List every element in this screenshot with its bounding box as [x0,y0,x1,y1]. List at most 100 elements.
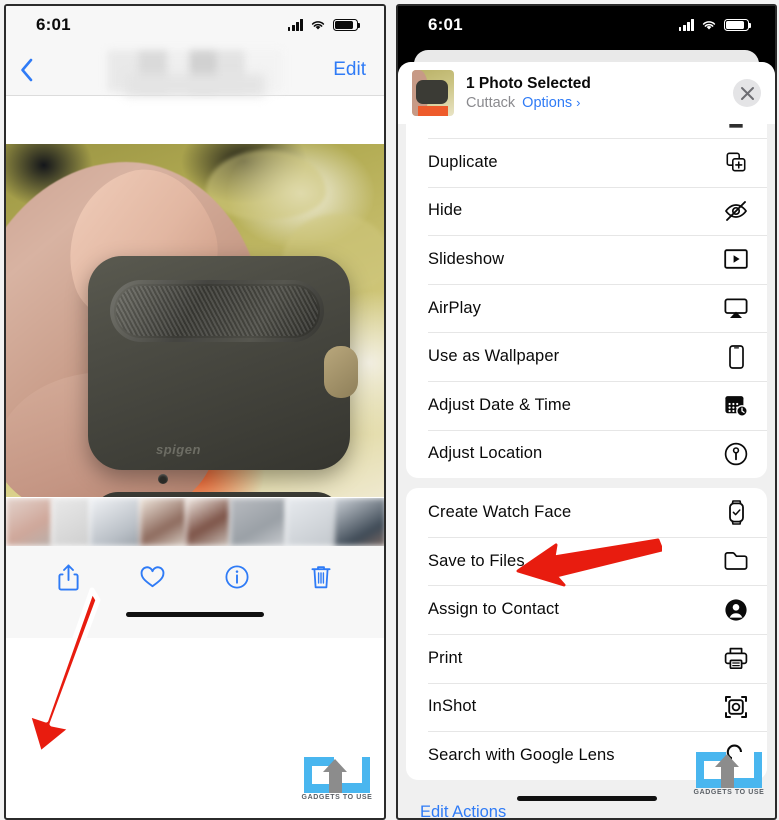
battery-icon [333,19,361,31]
back-chevron-icon[interactable] [20,58,34,82]
printer-icon [723,645,749,671]
eye-slash-icon [723,198,749,224]
photo-toolbar [6,546,384,608]
filmstrip-thumb[interactable] [230,498,286,546]
menu-item-label: Duplicate [428,152,498,171]
thumbnail-case-shape [416,80,448,104]
filmstrip-thumb[interactable] [140,498,186,546]
close-icon [740,86,754,100]
menu-item-create-watch-face[interactable]: Create Watch Face [406,488,767,537]
share-sheet-header-text: 1 Photo Selected Cuttack Options › [466,74,721,112]
menu-item-slideshow[interactable]: Slideshow [406,235,767,284]
left-status-bar: 6:01 [6,6,384,44]
actions-group-1: Duplicate Hide Slideshow AirPlay Use as … [406,124,767,479]
slideshow-play-icon [723,246,749,272]
menu-item-use-as-wallpaper[interactable]: Use as Wallpaper [406,332,767,381]
close-button[interactable] [733,79,761,107]
options-button[interactable]: Options [522,94,572,112]
menu-item-save-to-files[interactable]: Save to Files [406,536,767,586]
duplicate-icon [723,149,749,175]
iphone-icon [723,344,749,370]
watermark-label: GADGETS TO USE [693,789,765,796]
selected-photo-thumbnail[interactable] [412,70,454,116]
menu-item-label: Adjust Location [428,444,543,463]
battery-icon [724,19,752,31]
menu-item-label: Use as Wallpaper [428,347,560,366]
watermark-arrow-stem [721,765,734,788]
share-sheet-action-groups[interactable]: Duplicate Hide Slideshow AirPlay Use as … [398,124,775,818]
screenshot-stage: 6:01 Edit spigen GADGETS TO USE 6:01 1 P… [0,0,779,820]
filmstrip-thumb[interactable] [52,498,90,546]
watermark-logo-icon [696,752,762,788]
nav-spacer [6,96,384,144]
favorite-button[interactable] [140,566,165,588]
menu-item-label: Assign to Contact [428,600,560,619]
menu-item-print[interactable]: Print [406,633,767,683]
left-nav-bar: Edit [6,44,384,96]
album-title-blurred-secondary [125,74,265,96]
menu-item-adjust-date-time[interactable]: Adjust Date & Time [406,380,767,430]
left-home-indicator-area [6,608,384,638]
photo-case-clip [324,346,358,398]
status-bar-indicators [678,19,752,31]
photo-brand-text: spigen [156,442,201,457]
airplay-icon [723,295,749,321]
apple-watch-icon [723,499,749,525]
menu-item-airplay[interactable]: AirPlay [406,283,767,333]
delete-button[interactable] [310,564,332,590]
cellular-signal-icon [678,19,694,31]
home-indicator[interactable] [126,612,264,617]
status-bar-indicators [287,19,361,31]
menu-item-adjust-location[interactable]: Adjust Location [406,429,767,479]
share-button[interactable] [58,564,79,591]
chevron-right-icon[interactable]: › [576,94,580,112]
filmstrip-thumb[interactable] [186,498,230,546]
menu-item-inshot[interactable]: InShot [406,682,767,732]
actions-group-2: Create Watch Face Save to Files Assign t… [406,488,767,780]
inshot-app-icon [723,694,749,720]
watermark-logo-icon [304,757,370,793]
left-phone-screen: 6:01 Edit spigen [4,4,386,820]
thumbnail-red-shape [418,106,448,116]
menu-item-hide[interactable]: Hide [406,186,767,236]
watermark-gadgets-to-use: GADGETS TO USE [692,752,766,796]
filmstrip-thumb[interactable] [334,498,384,546]
calendar-clock-icon [723,392,749,418]
cellular-signal-icon [287,19,303,31]
selection-place: Cuttack [466,95,516,111]
photo-viewer[interactable]: spigen [6,144,384,497]
person-circle-icon [723,597,749,623]
edit-button[interactable]: Edit [333,59,366,81]
folder-icon [723,548,749,574]
wifi-icon [702,21,716,30]
menu-item-label: InShot [428,697,477,716]
selection-title: 1 Photo Selected [466,75,591,92]
watermark-gadgets-to-use: GADGETS TO USE [300,757,374,801]
watermark-arrow-stem [329,770,342,793]
selection-subtitle: Cuttack Options › [466,94,721,112]
location-pin-circle-icon [723,441,749,467]
info-button[interactable] [225,565,249,589]
menu-item-duplicate[interactable]: Duplicate [406,138,767,187]
filmstrip-thumb[interactable] [90,498,140,546]
menu-item-label: Create Watch Face [428,502,572,521]
menu-item-label: Print [428,648,463,667]
status-bar-time: 6:01 [428,15,463,34]
share-sheet-header: 1 Photo Selected Cuttack Options › [398,62,775,124]
menu-item-label: Hide [428,201,463,220]
status-bar-time: 6:01 [36,15,71,34]
wifi-icon [311,21,325,30]
share-sheet: 1 Photo Selected Cuttack Options › Dupli… [398,62,775,818]
photo-case-carbon-strip [110,280,324,342]
filmstrip-thumb[interactable] [6,498,52,546]
menu-item-label: AirPlay [428,298,481,317]
photo-case-led-dot [158,474,168,484]
right-phone-screen: 6:01 1 Photo Selected Cuttack Options › … [396,4,777,820]
home-indicator[interactable] [516,796,657,801]
filmstrip-thumb[interactable] [286,498,334,546]
edit-actions-button[interactable]: Edit Actions [420,803,506,818]
photo-filmstrip[interactable] [6,497,384,546]
menu-item-assign-to-contact[interactable]: Assign to Contact [406,585,767,634]
clipped-row-above[interactable] [406,124,767,138]
right-status-bar: 6:01 [398,6,775,44]
